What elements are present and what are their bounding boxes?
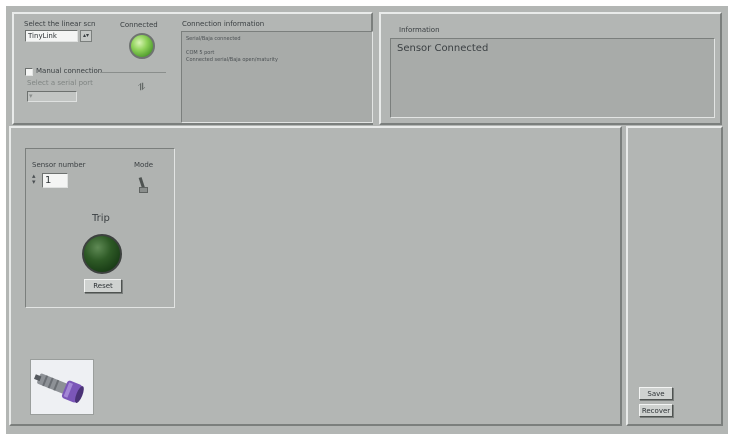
sensor-number-input[interactable]: 1 xyxy=(42,173,68,188)
information-message-box: Sensor Connected xyxy=(390,38,715,118)
sensor-number-label: Sensor number xyxy=(32,161,86,169)
connection-info-box: Serial/Baja connected COM 5 port Connect… xyxy=(181,31,373,123)
side-panel: Save Recover xyxy=(626,126,723,426)
connection-info-line: Connected serial/Baja open/maturity xyxy=(186,57,278,63)
sensor-group: Sensor number ▴ ▾ 1 Mode Trip Reset xyxy=(25,148,175,308)
trip-label: Trip xyxy=(92,213,110,224)
sensor-device-image xyxy=(30,359,94,415)
main-sensor-area: Sensor number ▴ ▾ 1 Mode Trip Reset xyxy=(9,126,622,426)
manual-connection-rule xyxy=(100,72,166,73)
manual-connection-checkbox[interactable] xyxy=(25,68,33,76)
recover-button[interactable]: Recover xyxy=(639,404,673,417)
port-selector[interactable]: TinyLink xyxy=(25,30,78,42)
save-button[interactable]: Save xyxy=(639,387,673,400)
manual-connection-label: Manual connection xyxy=(36,67,103,75)
sensor-number-spinner-icon[interactable]: ▴ ▾ xyxy=(32,173,36,186)
application-window: Select the linear scn TinyLink ▴▾ Connec… xyxy=(6,6,728,434)
connected-led-indicator xyxy=(129,33,155,59)
connection-info-line: Serial/Baja connected xyxy=(186,36,241,42)
serial-port-dropdown xyxy=(27,91,77,102)
mode-label: Mode xyxy=(134,161,154,169)
connection-info-label: Connection information xyxy=(182,20,265,28)
information-panel: Information Sensor Connected xyxy=(379,12,722,125)
connection-info-line: COM 5 port xyxy=(186,50,215,56)
trip-led-indicator xyxy=(82,234,122,274)
refresh-ports-icon[interactable]: ⥮ xyxy=(138,82,145,94)
information-message: Sensor Connected xyxy=(397,43,489,54)
connected-label: Connected xyxy=(120,21,158,29)
select-port-label: Select the linear scn xyxy=(24,20,96,28)
mode-toggle-switch-icon[interactable] xyxy=(138,177,150,197)
connection-panel: Select the linear scn TinyLink ▴▾ Connec… xyxy=(12,12,373,125)
serial-port-arrow-icon: ▾ xyxy=(29,92,33,100)
reset-button[interactable]: Reset xyxy=(84,279,122,293)
inductive-sensor-icon xyxy=(33,373,84,404)
port-spinner-icon[interactable]: ▴▾ xyxy=(80,30,92,42)
information-label: Information xyxy=(399,26,440,34)
select-serial-port-label: Select a serial port xyxy=(27,79,93,87)
